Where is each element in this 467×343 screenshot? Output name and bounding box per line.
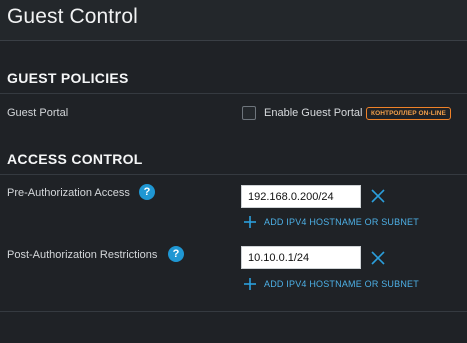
- close-icon[interactable]: [370, 188, 386, 204]
- post-authorization-input[interactable]: [241, 246, 361, 269]
- pre-authorization-label: Pre-Authorization Access: [7, 187, 130, 199]
- section-divider: [0, 93, 467, 94]
- post-authorization-label: Post-Authorization Restrictions: [7, 249, 158, 261]
- section-title-guest-policies: GUEST POLICIES: [7, 70, 129, 86]
- plus-icon: [244, 216, 256, 228]
- add-pre-authorization-link[interactable]: ADD IPV4 HOSTNAME OR SUBNET: [243, 215, 419, 229]
- section-divider: [0, 174, 467, 175]
- plus-icon: [244, 278, 256, 290]
- add-post-authorization-link[interactable]: ADD IPV4 HOSTNAME OR SUBNET: [243, 277, 419, 291]
- controller-online-badge: КОНТРОЛЛЕР ON-LINE: [366, 107, 451, 120]
- add-subnet-label: ADD IPV4 HOSTNAME OR SUBNET: [264, 279, 419, 289]
- enable-guest-portal-label[interactable]: Enable Guest Portal: [264, 107, 362, 119]
- pre-authorization-input[interactable]: [241, 185, 361, 208]
- help-icon[interactable]: ?: [168, 246, 184, 262]
- panel-title: Guest Control: [7, 5, 138, 28]
- footer-divider: [0, 311, 467, 312]
- enable-guest-portal-checkbox[interactable]: [242, 106, 256, 120]
- add-subnet-label: ADD IPV4 HOSTNAME OR SUBNET: [264, 217, 419, 227]
- close-icon[interactable]: [370, 250, 386, 266]
- guest-portal-label: Guest Portal: [7, 107, 69, 119]
- section-title-access-control: ACCESS CONTROL: [7, 151, 143, 167]
- panel-header: Guest Control: [0, 0, 467, 41]
- help-icon[interactable]: ?: [139, 184, 155, 200]
